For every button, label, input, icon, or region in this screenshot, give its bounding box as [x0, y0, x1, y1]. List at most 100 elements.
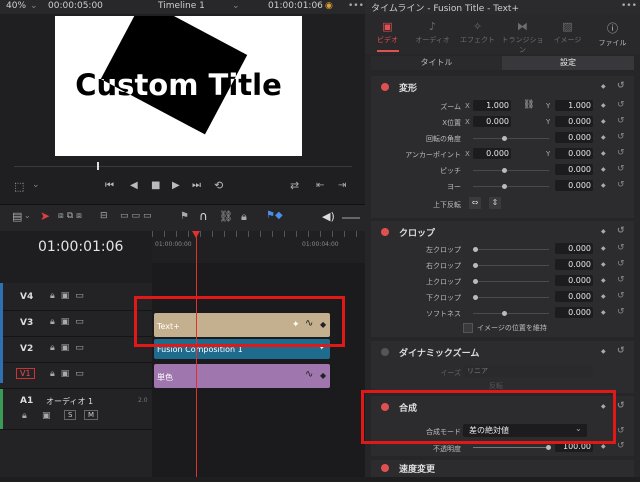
reset-icon[interactable]: ↺ [617, 401, 625, 411]
flag-icon[interactable]: ⚑ [180, 211, 189, 222]
enable-toggle-icon[interactable] [381, 228, 389, 236]
pitch-field[interactable]: 0.000 [555, 164, 593, 175]
crop-bottom-slider[interactable] [473, 297, 549, 298]
track-controls-icon[interactable]: 🔒︎▣▭ [50, 343, 90, 353]
rotation-field[interactable]: 0.000 [555, 132, 593, 143]
track-header-v3[interactable]: V3 🔒︎▣▭ [0, 311, 152, 337]
color-wheel-icon[interactable]: ◉ [325, 1, 333, 11]
slider-knob[interactable] [473, 263, 478, 268]
solo-button[interactable]: S [64, 410, 77, 420]
match-frame-icon[interactable]: ⇄ [290, 179, 299, 192]
anchor-y-field[interactable]: 0.000 [555, 148, 593, 159]
position-x-field[interactable]: 0.000 [473, 116, 511, 127]
keyframe-icon[interactable]: ◆ [601, 102, 606, 109]
chevron-down-icon[interactable]: ⌄ [232, 1, 240, 11]
softness-slider[interactable] [473, 313, 549, 314]
flag-marker-icon[interactable]: ⚑◆ [266, 210, 283, 221]
slider-knob[interactable] [502, 311, 507, 316]
trim-tools-icon[interactable]: ⧈⧉⧈ [58, 211, 85, 221]
crop-left-field[interactable]: 0.000 [555, 243, 593, 254]
keyframe-icon[interactable]: ◆ [320, 371, 326, 380]
tab-effects[interactable]: ✧ エフェクト [455, 20, 500, 45]
slider-knob[interactable] [473, 279, 478, 284]
reset-icon[interactable]: ↺ [617, 116, 625, 126]
slider-knob[interactable] [502, 136, 507, 141]
position-y-field[interactable]: 0.000 [555, 116, 593, 127]
flip-horizontal-icon[interactable]: ⇔ [469, 197, 481, 209]
reset-icon[interactable]: ↺ [617, 259, 625, 269]
enable-toggle-icon[interactable] [381, 83, 389, 91]
yaw-slider[interactable] [473, 186, 549, 187]
volume-slider[interactable] [342, 217, 360, 219]
scrubber-playhead[interactable] [97, 162, 99, 170]
dynamic-zoom-header[interactable]: ダイナミックズーム ◆ ↺ [371, 341, 634, 363]
mute-button[interactable]: M [84, 410, 99, 420]
transform-header[interactable]: 変形 ◆ ↺ [371, 76, 634, 98]
more-options-icon[interactable]: ••• [348, 1, 364, 11]
track-name[interactable]: V1 [16, 368, 35, 379]
speed-change-header[interactable]: 速度変更 [371, 460, 634, 482]
slider-knob[interactable] [502, 168, 507, 173]
keyframe-icon[interactable]: ◆ [601, 261, 606, 268]
crop-header[interactable]: クロップ ◆ ↺ [371, 221, 634, 243]
reset-icon[interactable]: ↺ [617, 164, 625, 174]
chevron-down-icon[interactable]: ⌄ [32, 180, 40, 190]
chevron-down-icon[interactable]: ⌄ [24, 211, 31, 220]
curve-icon[interactable]: ∿ [305, 369, 313, 380]
playhead-marker-icon[interactable] [192, 231, 200, 238]
reset-icon[interactable]: ↺ [617, 275, 625, 285]
zoom-x-field[interactable]: 1.000 [473, 100, 511, 111]
more-options-icon[interactable]: ••• [621, 1, 637, 11]
crop-view-icon[interactable]: ⬚ [14, 180, 24, 193]
link-icon[interactable]: ⛓ [523, 100, 534, 110]
reset-icon[interactable]: ↺ [617, 226, 625, 236]
enable-toggle-icon[interactable] [381, 464, 389, 472]
chevron-down-icon[interactable]: ⌄ [30, 1, 38, 11]
reset-icon[interactable]: ↺ [617, 441, 625, 451]
keyframe-icon[interactable]: ◆ [601, 182, 606, 189]
keyframe-icon[interactable]: ◆ [601, 150, 606, 157]
yaw-field[interactable]: 0.000 [555, 180, 593, 191]
zoom-y-field[interactable]: 1.000 [555, 100, 593, 111]
softness-field[interactable]: 0.000 [555, 307, 593, 318]
keyframe-icon[interactable]: ◆ [601, 118, 606, 125]
skip-start-icon[interactable]: ⏮ [105, 180, 114, 191]
slider-knob[interactable] [502, 184, 507, 189]
zoom-level[interactable]: 40% [6, 1, 26, 11]
subtab-title[interactable]: タイトル [371, 56, 502, 70]
reset-icon[interactable]: ↺ [617, 307, 625, 317]
audio-volume-icon[interactable]: ◀) [322, 210, 335, 223]
tab-image[interactable]: ▨ イメージ [545, 20, 590, 45]
track-controls-icon[interactable]: 🔒︎▣▭ [50, 369, 90, 379]
track-header-a1[interactable]: A1 オーディオ 1 2.0 🔒︎ ▣ S M [0, 389, 152, 430]
insert-tools-icon[interactable]: ▭▭▭ [120, 211, 155, 221]
track-header-v1[interactable]: V1 🔒︎▣▭ [0, 363, 152, 389]
tab-video[interactable]: ▣ ビデオ [365, 20, 410, 45]
track-controls-icon[interactable]: 🔒︎▣▭ [50, 291, 90, 301]
slider-knob[interactable] [473, 295, 478, 300]
auto-select-icon[interactable]: ▣ [42, 411, 51, 421]
keyframe-icon[interactable]: ◆ [601, 134, 606, 141]
keyframe-icon[interactable]: ◆ [601, 443, 606, 450]
crop-right-field[interactable]: 0.000 [555, 259, 593, 270]
solid-color-clip[interactable]: 単色 ∿ ◆ [154, 364, 330, 388]
keyframe-icon[interactable]: ◆ [601, 309, 606, 316]
tab-file[interactable]: ⓘ ファイル [590, 20, 635, 48]
anchor-x-field[interactable]: 0.000 [473, 148, 511, 159]
reset-icon[interactable]: ↺ [617, 243, 625, 253]
keyframe-icon[interactable]: ◆ [601, 277, 606, 284]
flip-vertical-icon[interactable]: ⇕ [489, 197, 501, 209]
track-header-v2[interactable]: V2 🔒︎▣▭ [0, 337, 152, 363]
keyframe-icon[interactable]: ◆ [601, 166, 606, 173]
timeline-name[interactable]: Timeline 1 [158, 1, 205, 11]
snap-icon[interactable]: ∩ [199, 209, 208, 223]
lock-icon[interactable]: 🔒︎ [22, 411, 27, 421]
keyframe-icon[interactable]: ◆ [601, 245, 606, 252]
opacity-slider[interactable] [473, 447, 549, 448]
ease-dropdown[interactable]: リニア [463, 365, 593, 377]
reset-icon[interactable]: ↺ [617, 81, 625, 91]
reset-icon[interactable]: ↺ [617, 346, 625, 356]
retain-position-checkbox[interactable] [463, 323, 473, 333]
reset-icon[interactable]: ↺ [617, 180, 625, 190]
crop-top-field[interactable]: 0.000 [555, 275, 593, 286]
